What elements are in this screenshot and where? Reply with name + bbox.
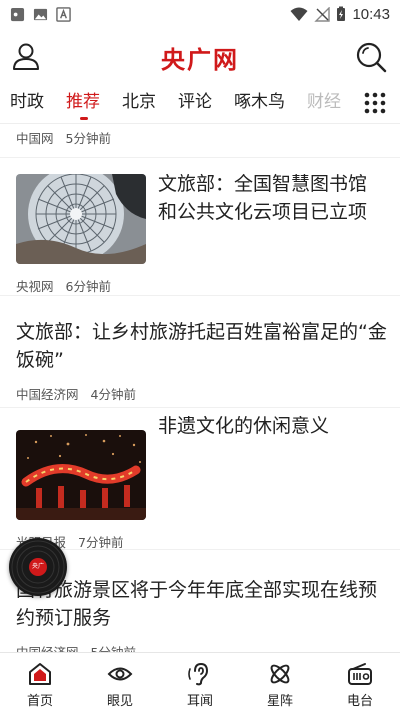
- ear-icon: [188, 662, 209, 686]
- item-title: 文旅部：全国智慧图书馆和公共文化云项目已立项: [158, 173, 368, 223]
- tab-tuijian[interactable]: 推荐: [56, 84, 112, 124]
- item-meta: 中国网 5分钟前: [16, 128, 111, 147]
- channel-grid-icon[interactable]: [364, 92, 386, 114]
- tab-pinglun[interactable]: 评论: [168, 84, 224, 124]
- nav-erwen-label: 耳闻: [186, 694, 213, 709]
- nav-xingzhen-label: 星阵: [266, 694, 293, 709]
- wifi-icon: [290, 7, 308, 21]
- item-source: 中国经济网: [16, 642, 79, 652]
- item-meta: 中国经济网 5分钟前: [16, 642, 136, 652]
- item-time: 6分钟前: [65, 279, 111, 294]
- user-profile-icon[interactable]: [10, 40, 42, 72]
- eye-icon: [107, 667, 133, 681]
- channel-tabs: 时政 推荐 北京 评论 啄木鸟 财经: [0, 84, 400, 124]
- battery-icon: [337, 6, 346, 21]
- status-bar: 10:43: [0, 0, 400, 28]
- item-thumbnail: [16, 430, 146, 520]
- item-title: 非遗文化的休闲意义: [158, 415, 330, 437]
- radio-icon: [348, 663, 372, 685]
- item-source: 央视网: [16, 279, 54, 294]
- item-time: 4分钟前: [90, 387, 136, 402]
- app-header: 央广网: [0, 28, 400, 84]
- item-time: 5分钟前: [91, 642, 136, 652]
- search-icon[interactable]: [354, 40, 388, 74]
- app-logo: 央广网: [161, 46, 239, 74]
- nav-diantai-label: 电台: [346, 694, 373, 709]
- library-dome-image: [16, 174, 146, 264]
- item-thumbnail: [16, 174, 146, 264]
- player-label: 央广: [29, 558, 47, 576]
- item-source: 中国经济网: [16, 387, 79, 402]
- list-item[interactable]: 中国网 5分钟前: [0, 124, 400, 158]
- bottom-nav: 首页 眼见 耳闻 星阵 电台: [0, 652, 400, 712]
- item-source: 中国网: [16, 131, 54, 146]
- nav-yanjian-label: 眼见: [106, 694, 133, 709]
- nav-xingzhen[interactable]: 星阵: [240, 653, 320, 712]
- item-time: 7分钟前: [78, 535, 124, 550]
- item-time: 5分钟前: [65, 131, 111, 146]
- floating-audio-player[interactable]: 央广: [9, 538, 67, 596]
- nav-erwen[interactable]: 耳闻: [160, 653, 240, 712]
- status-time: 10:43: [352, 5, 390, 23]
- item-meta: 央视网 6分钟前: [16, 276, 111, 295]
- gallery-icon: [10, 7, 25, 21]
- tab-zhuomuniao[interactable]: 啄木鸟: [224, 84, 297, 124]
- channel-tabs-track: 时政 推荐 北京 评论 啄木鸟 财经: [0, 84, 358, 124]
- tab-caijing[interactable]: 财经: [297, 84, 353, 124]
- nav-yanjian[interactable]: 眼见: [80, 653, 160, 712]
- item-meta: 中国经济网 4分钟前: [16, 384, 136, 403]
- nav-home[interactable]: 首页: [0, 653, 80, 712]
- image-icon: [33, 8, 48, 20]
- atom-icon: [270, 664, 290, 684]
- list-item[interactable]: 文旅部：全国智慧图书馆和公共文化云项目已立项 央视网 6分钟前: [0, 158, 400, 296]
- item-title: 国有旅游景区将于今年年底全部实现在线预约预订服务: [16, 579, 378, 629]
- tab-shizheng[interactable]: 时政: [0, 84, 56, 124]
- lion-dance-image: [16, 430, 146, 520]
- item-title: 文旅部：让乡村旅游托起百姓富裕富足的“金饭碗”: [16, 321, 387, 371]
- list-item[interactable]: 非遗文化的休闲意义 光明日报 7分钟前: [0, 408, 400, 550]
- nav-diantai[interactable]: 电台: [320, 653, 400, 712]
- nav-home-label: 首页: [26, 694, 53, 709]
- list-item[interactable]: 文旅部：让乡村旅游托起百姓富裕富足的“金饭碗” 中国经济网 4分钟前: [0, 296, 400, 408]
- home-icon: [29, 663, 51, 685]
- tab-beijing[interactable]: 北京: [112, 84, 168, 124]
- no-signal-icon: [314, 6, 331, 22]
- text-icon: [56, 6, 71, 22]
